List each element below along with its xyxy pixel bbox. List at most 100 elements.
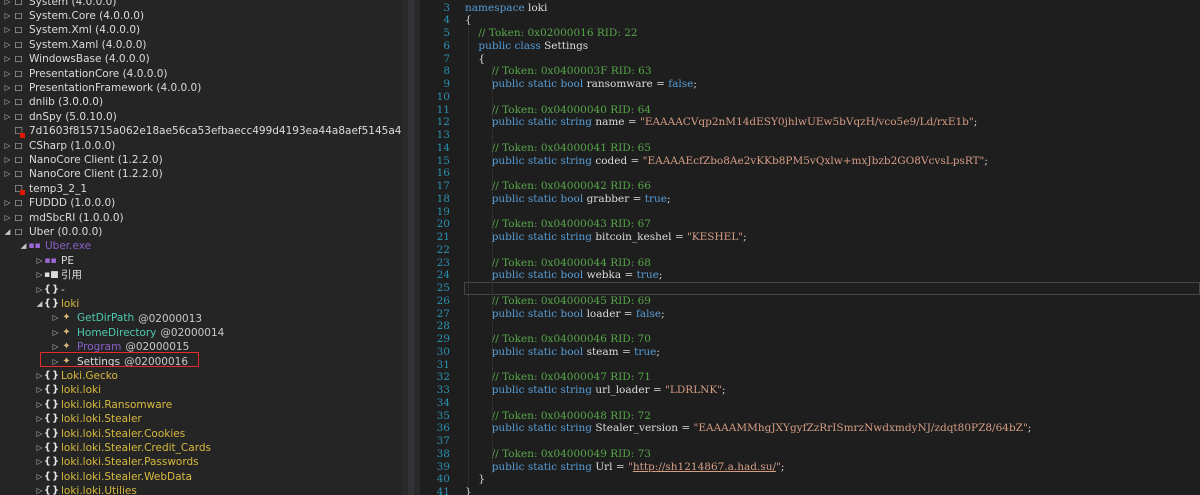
expand-toggle-icon[interactable]: ▷ [35, 383, 44, 397]
code-line[interactable]: 15 public static string coded = "EAAAAEc… [420, 155, 1200, 168]
code-line[interactable]: 24 public static bool webka = true; [420, 269, 1200, 282]
code-line[interactable]: 30 public static bool steam = true; [420, 346, 1200, 359]
code-line[interactable]: 22 [420, 244, 1200, 257]
tree-item[interactable]: ▷{ } - [35, 283, 65, 297]
tree-item[interactable]: ▷ ✦ GetDirPath @02000013 [51, 311, 202, 325]
code-line[interactable]: 39 public static string Url = "http://sh… [420, 461, 1200, 474]
tree-item[interactable]: ▷{ } loki.loki.Stealer.Cookies [35, 427, 186, 441]
code-line[interactable]: 8 // Token: 0x0400003F RID: 63 [420, 65, 1200, 78]
code-line[interactable]: 7 { [420, 53, 1200, 66]
expand-toggle-icon[interactable]: ▷ [3, 153, 12, 167]
tree-item[interactable]: ▷ ▪▪ PE [35, 254, 74, 268]
tree-item[interactable]: ▷ ✦ Program @02000015 [51, 340, 190, 354]
expand-toggle-icon[interactable]: ▷ [51, 311, 60, 325]
code-line[interactable]: 29 // Token: 0x04000046 RID: 70 [420, 333, 1200, 346]
expand-toggle-icon[interactable]: ▷ [51, 326, 60, 340]
collapse-toggle-icon[interactable]: ◢ [19, 239, 28, 253]
tree-item[interactable]: ▷ □ System (4.0.0.0) [3, 0, 117, 9]
code-line[interactable]: 25 [420, 282, 1200, 295]
expand-toggle-icon[interactable]: ▷ [3, 9, 12, 23]
expand-toggle-icon[interactable]: ▷ [35, 412, 44, 426]
tree-item[interactable]: ▷ □ CSharp (1.0.0.0) [3, 139, 116, 153]
code-line[interactable]: 16 [420, 167, 1200, 180]
expand-toggle-icon[interactable]: ▷ [3, 139, 12, 153]
code-line[interactable]: 6 public class Settings [420, 40, 1200, 53]
code-line[interactable]: 36 public static string Stealer_version … [420, 422, 1200, 435]
tree-item[interactable]: ▷{ } loki.loki.Stealer.Passwords [35, 455, 199, 469]
tree-item[interactable]: ▷{ } loki.loki.Utilies [35, 484, 137, 495]
url-link[interactable]: http://sh1214867.a.had.su/ [633, 461, 776, 473]
tree-item[interactable]: ▷{ } loki.loki.Stealer.WebData [35, 470, 192, 484]
expand-toggle-icon[interactable]: ▷ [3, 52, 12, 66]
code-line[interactable]: 32 // Token: 0x04000047 RID: 71 [420, 371, 1200, 384]
expand-toggle-icon[interactable]: ▷ [3, 110, 12, 124]
tree-item[interactable]: ▷ □ NanoCore Client (1.2.2.0) [3, 153, 163, 167]
code-line[interactable]: 41} [420, 486, 1200, 495]
expand-toggle-icon[interactable]: ▷ [51, 355, 60, 369]
code-line[interactable]: 13 [420, 129, 1200, 142]
code-line[interactable]: 19 [420, 206, 1200, 219]
expand-toggle-icon[interactable]: ▷ [3, 196, 12, 210]
expand-toggle-icon[interactable]: ▷ [35, 398, 44, 412]
tree-item[interactable]: ▷ □ FUDDD (1.0.0.0) [3, 196, 116, 210]
code-line[interactable]: 9 public static bool ransomware = false; [420, 78, 1200, 91]
expand-toggle-icon[interactable]: ▷ [3, 23, 12, 37]
tree-item[interactable]: ▷ ▪■ 引用 [35, 268, 82, 282]
expand-toggle-icon[interactable]: ▷ [35, 455, 44, 469]
expand-toggle-icon[interactable]: ▷ [3, 0, 12, 9]
expand-toggle-icon[interactable]: ▷ [35, 283, 44, 297]
expand-toggle-icon[interactable]: ▷ [35, 254, 44, 268]
code-line[interactable]: 33 public static string url_loader = "LD… [420, 384, 1200, 397]
code-line[interactable]: 37 [420, 435, 1200, 448]
tree-item[interactable]: ▷ □ dnlib (3.0.0.0) [3, 95, 103, 109]
panel-splitter[interactable] [402, 0, 420, 495]
tree-item[interactable]: ◢ ▪▪ Uber.exe [19, 239, 92, 253]
code-line[interactable]: 20 // Token: 0x04000043 RID: 67 [420, 218, 1200, 231]
tree-item[interactable]: ▷ □ WindowsBase (4.0.0.0) [3, 52, 150, 66]
expand-toggle-icon[interactable]: ▷ [35, 441, 44, 455]
tree-item[interactable]: ▷ □ PresentationFramework (4.0.0.0) [3, 81, 202, 95]
tree-item[interactable]: ◢{ } loki [35, 297, 80, 311]
code-line[interactable]: 31 [420, 359, 1200, 372]
code-line[interactable]: 14 // Token: 0x04000041 RID: 65 [420, 142, 1200, 155]
tree-item[interactable]: ◢ □ Uber (0.0.0.0) [3, 225, 103, 239]
tree-item[interactable]: ▷ ✦ HomeDirectory @02000014 [51, 326, 225, 340]
tree-item[interactable]: ▷ □ System.Xaml (4.0.0.0) [3, 38, 147, 52]
code-line[interactable]: 11 // Token: 0x04000040 RID: 64 [420, 104, 1200, 117]
tree-item[interactable]: ▷{ } loki.loki [35, 383, 101, 397]
assembly-explorer[interactable]: ▷ □ System (4.0.0.0) ▷ □ System.Core (4.0.0.0… [0, 0, 402, 495]
code-line[interactable]: 40 } [420, 473, 1200, 486]
code-line[interactable]: 5 // Token: 0x02000016 RID: 22 [420, 27, 1200, 40]
tree-item[interactable]: ▷ □ System.Core (4.0.0.0) [3, 9, 144, 23]
expand-toggle-icon[interactable]: ▷ [3, 95, 12, 109]
code-line[interactable]: 34 [420, 397, 1200, 410]
collapse-toggle-icon[interactable]: ◢ [3, 225, 12, 239]
tree-item[interactable]: ▷{ } loki.loki.Ransomware [35, 398, 173, 412]
expand-toggle-icon[interactable]: ▷ [51, 340, 60, 354]
expand-toggle-icon[interactable]: ▷ [3, 81, 12, 95]
expand-toggle-icon[interactable]: ▷ [35, 470, 44, 484]
expand-toggle-icon[interactable]: ▷ [35, 369, 44, 383]
expand-toggle-icon[interactable]: ▷ [35, 484, 44, 495]
code-line[interactable]: 27 public static bool loader = false; [420, 308, 1200, 321]
code-line[interactable]: 12 public static string name = "EAAAACVq… [420, 116, 1200, 129]
tree-item[interactable]: ▷ □ PresentationCore (4.0.0.0) [3, 67, 168, 81]
code-line[interactable]: 4{ [420, 14, 1200, 27]
code-line[interactable]: 18 public static bool grabber = true; [420, 193, 1200, 206]
code-line[interactable]: 38 // Token: 0x04000049 RID: 73 [420, 448, 1200, 461]
code-line[interactable]: 26 // Token: 0x04000045 RID: 69 [420, 295, 1200, 308]
collapse-toggle-icon[interactable]: ◢ [35, 297, 44, 311]
tree-item[interactable]: ▷ ✦ Settings @02000016 [51, 355, 188, 369]
expand-toggle-icon[interactable]: ▷ [35, 427, 44, 441]
code-line[interactable]: 35 // Token: 0x04000048 RID: 72 [420, 410, 1200, 423]
tree-item[interactable]: ▷{ } loki.loki.Stealer [35, 412, 142, 426]
tree-item[interactable]: ▷{ } loki.loki.Stealer.Credit_Cards [35, 441, 211, 455]
expand-toggle-icon[interactable]: ▷ [3, 67, 12, 81]
tree-item[interactable]: □ 7d1603f815715a062e18ae56ca53efbaecc499d… [3, 124, 402, 138]
expand-toggle-icon[interactable]: ▷ [3, 167, 12, 181]
tree-item[interactable]: ▷{ } Loki.Gecko [35, 369, 118, 383]
tree-item[interactable]: ▷ □ System.Xml (4.0.0.0) [3, 23, 141, 37]
code-line[interactable]: 10 [420, 91, 1200, 104]
splitter-bar[interactable] [408, 0, 414, 495]
code-line[interactable]: 3 namespace loki [420, 2, 1200, 15]
